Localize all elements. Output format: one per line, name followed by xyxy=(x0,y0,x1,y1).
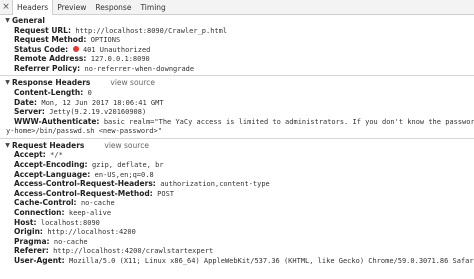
header-row-continuation: y-home>/bin/passwd.sh <new-password>" xyxy=(0,126,474,136)
section-divider xyxy=(0,137,474,139)
tab-response[interactable]: Response xyxy=(91,0,136,14)
view-source-link[interactable]: view source xyxy=(104,141,149,150)
header-row: Pragma: no-cache xyxy=(0,237,474,247)
header-key: Remote Address: xyxy=(14,54,87,64)
header-value: en-US,en;q=0.8 xyxy=(94,170,154,179)
header-value: http://localhost:4200/crawlstartexpert xyxy=(53,247,214,256)
header-value: Mon, 12 Jun 2017 18:06:41 GMT xyxy=(41,98,164,107)
header-key: Access-Control-Request-Headers: xyxy=(14,179,156,189)
header-value: Mozilla/5.0 (X11; Linux x86_64) AppleWeb… xyxy=(69,256,474,265)
header-key: Request URL: xyxy=(14,25,71,35)
response-headers-section: ▼ Response Headers view source Content-L… xyxy=(0,77,474,135)
header-row: Origin: http://localhost:4200 xyxy=(0,227,474,237)
header-value: no-cache xyxy=(53,237,88,246)
header-row: Server: Jetty(9.2.19.v20160908) xyxy=(0,107,474,117)
header-key: Cache-Control: xyxy=(14,198,77,208)
section-title: Request Headers xyxy=(12,140,85,150)
header-value: authorization,content-type xyxy=(160,180,270,189)
expand-triangle-icon: ▼ xyxy=(5,16,10,24)
header-row: Request Method: OPTIONS xyxy=(0,35,474,45)
header-value: Jetty(9.2.19.v20160908) xyxy=(49,108,147,117)
header-key: Accept: xyxy=(14,150,46,160)
request-headers-header[interactable]: ▼ Request Headers view source xyxy=(0,140,474,151)
header-value: keep-alive xyxy=(68,209,112,217)
request-headers-section: ▼ Request Headers view source Accept: */… xyxy=(0,140,474,266)
header-value: basic realm="The YaCy access is limited … xyxy=(103,117,474,126)
expand-triangle-icon: ▼ xyxy=(5,141,10,149)
header-key: Accept-Language: xyxy=(14,169,91,179)
header-key: Accept-Encoding: xyxy=(14,160,88,170)
header-key: Date: xyxy=(14,97,37,107)
header-row: Request URL: http://localhost:8090/Crawl… xyxy=(0,26,474,36)
header-row: Accept-Encoding: gzip, deflate, br xyxy=(0,160,474,170)
header-row: Status Code: 401 Unauthorized xyxy=(0,45,474,55)
tab-timing[interactable]: Timing xyxy=(136,0,170,14)
header-key: Host: xyxy=(14,217,37,227)
response-headers-header[interactable]: ▼ Response Headers view source xyxy=(0,77,474,88)
header-row: Access-Control-Request-Headers: authoriz… xyxy=(0,179,474,189)
header-value: y-home>/bin/passwd.sh <new-password>" xyxy=(6,127,162,136)
header-value: http://localhost:4200 xyxy=(47,228,136,237)
header-row: Accept: */* xyxy=(0,150,474,160)
header-key: Referer: xyxy=(14,246,49,256)
close-icon[interactable]: × xyxy=(0,0,12,14)
devtools-tab-bar: × Headers Preview Response Timing xyxy=(0,0,474,15)
tab-preview[interactable]: Preview xyxy=(53,0,91,14)
section-title: General xyxy=(12,15,45,25)
header-value: no-referrer-when-downgrade xyxy=(84,64,195,73)
header-key: Connection: xyxy=(14,208,65,217)
header-value: 401 Unauthorized xyxy=(82,45,151,54)
status-error-dot-icon xyxy=(72,46,79,53)
header-row: Remote Address: 127.0.0.1:8090 xyxy=(0,54,474,64)
header-row: Host: localhost:8090 xyxy=(0,218,474,228)
header-row: WWW-Authenticate: basic realm="The YaCy … xyxy=(0,117,474,127)
header-row: Content-Length: 0 xyxy=(0,88,474,98)
section-title: Response Headers xyxy=(12,78,91,88)
header-value: OPTIONS xyxy=(90,36,121,45)
header-value: gzip, deflate, br xyxy=(91,161,164,170)
header-value: 127.0.0.1:8090 xyxy=(90,55,150,64)
header-key: WWW-Authenticate: xyxy=(14,116,100,126)
header-key: Request Method: xyxy=(14,35,87,45)
header-key: Server: xyxy=(14,107,45,117)
header-row: Connection: keep-alive xyxy=(0,208,474,218)
header-row: Date: Mon, 12 Jun 2017 18:06:41 GMT xyxy=(0,98,474,108)
header-key: Status Code: xyxy=(14,44,69,54)
header-row: Referrer Policy: no-referrer-when-downgr… xyxy=(0,64,474,74)
header-row: Access-Control-Request-Method: POST xyxy=(0,189,474,199)
general-section: ▼ General Request URL: http://localhost:… xyxy=(0,15,474,73)
header-value: no-cache xyxy=(80,199,115,208)
header-key: Content-Length: xyxy=(14,87,84,97)
header-value: POST xyxy=(157,189,175,198)
expand-triangle-icon: ▼ xyxy=(5,79,10,87)
header-row: Cache-Control: no-cache xyxy=(0,198,474,208)
header-row: Referer: http://localhost:4200/crawlstar… xyxy=(0,246,474,256)
header-key: Access-Control-Request-Method: xyxy=(14,188,153,198)
header-value: 0 xyxy=(87,88,92,97)
header-key: Referrer Policy: xyxy=(14,63,81,73)
header-key: User-Agent: xyxy=(14,255,65,265)
header-key: Pragma: xyxy=(14,236,50,246)
header-row: Accept-Language: en-US,en;q=0.8 xyxy=(0,170,474,180)
view-source-link[interactable]: view source xyxy=(110,78,155,87)
header-value: http://localhost:8090/Crawler_p.html xyxy=(75,26,228,35)
header-value: localhost:8090 xyxy=(40,218,100,227)
section-divider xyxy=(0,75,474,77)
general-section-header[interactable]: ▼ General xyxy=(0,15,474,26)
header-key: Origin: xyxy=(14,227,43,237)
header-value: */* xyxy=(50,151,63,160)
header-row: User-Agent: Mozilla/5.0 (X11; Linux x86_… xyxy=(0,256,474,266)
tab-headers[interactable]: Headers xyxy=(12,0,54,15)
